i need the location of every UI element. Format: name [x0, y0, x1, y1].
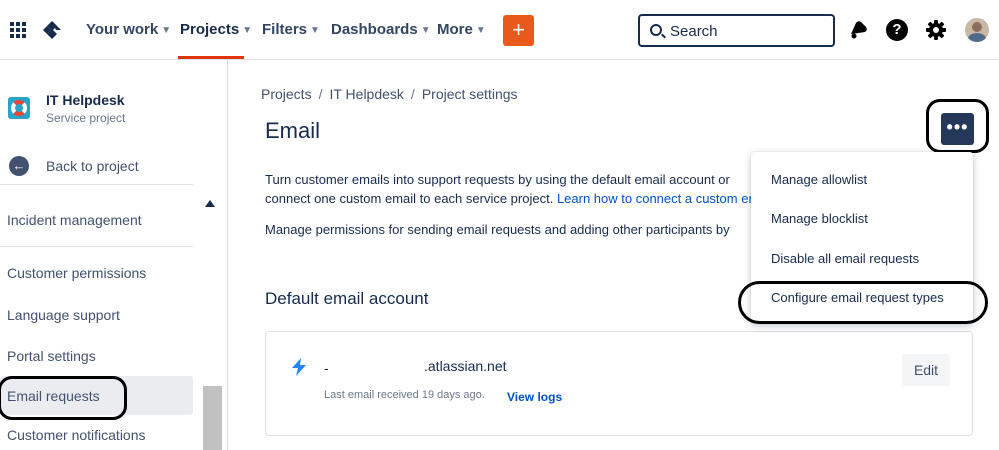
email-account-prefix: - [324, 360, 329, 376]
back-to-project-link[interactable]: Back to project [46, 158, 139, 174]
lightning-icon [292, 358, 306, 376]
annotation-circle [738, 281, 988, 324]
description-text: connect one custom email to each service… [265, 191, 554, 206]
nav-filters[interactable]: Filters ▼ [262, 21, 320, 38]
create-button[interactable]: + [503, 15, 534, 46]
last-email-received: Last email received 19 days ago. [324, 389, 485, 401]
chevron-down-icon: ▼ [310, 25, 320, 36]
learn-more-link[interactable]: Learn how to connect a custom email [557, 191, 755, 206]
project-type: Service project [46, 111, 126, 125]
sidebar: IT Helpdesk Service project ← Back to pr… [0, 60, 228, 450]
email-account-domain: .atlassian.net [424, 358, 507, 374]
scroll-up-arrow-icon[interactable] [205, 200, 215, 207]
page-title: Email [265, 118, 321, 143]
nav-dashboards[interactable]: Dashboards ▼ [331, 21, 431, 38]
nav-dashboards-label: Dashboards [331, 21, 418, 38]
avatar[interactable] [965, 18, 989, 42]
app-switcher-icon[interactable] [10, 22, 27, 39]
menu-item-manage-blocklist[interactable]: Manage blocklist [771, 211, 868, 226]
nav-more[interactable]: More ▼ [437, 21, 486, 38]
menu-item-manage-allowlist[interactable]: Manage allowlist [771, 172, 867, 187]
chevron-down-icon: ▼ [420, 25, 431, 36]
active-nav-indicator [178, 56, 244, 59]
edit-button[interactable]: Edit [902, 354, 950, 386]
nav-your-work[interactable]: Your work ▼ [86, 21, 171, 38]
settings-icon[interactable] [925, 19, 947, 41]
sidebar-item-customer-permissions[interactable]: Customer permissions [7, 265, 146, 281]
sidebar-divider [0, 184, 193, 185]
annotation-circle [926, 99, 989, 153]
sidebar-item-language-support[interactable]: Language support [7, 307, 120, 323]
sidebar-scrollbar-thumb[interactable] [203, 386, 222, 450]
chevron-down-icon: ▼ [161, 25, 172, 36]
chevron-down-icon: ▼ [475, 25, 486, 36]
search-placeholder: Search [670, 23, 718, 40]
sidebar-divider [0, 246, 193, 247]
section-title: Default email account [265, 289, 429, 308]
nav-more-label: More [437, 21, 473, 38]
breadcrumb-separator: / [410, 86, 415, 102]
description-line-2: connect one custom email to each service… [265, 191, 755, 206]
nav-your-work-label: Your work [86, 21, 159, 38]
search-icon [650, 24, 662, 36]
jira-logo-icon[interactable] [42, 20, 62, 40]
description-line-1: Turn customer emails into support reques… [265, 172, 730, 187]
nav-filters-label: Filters [262, 21, 308, 38]
breadcrumb-it-helpdesk[interactable]: IT Helpdesk [329, 86, 403, 102]
back-arrow-icon[interactable]: ← [9, 156, 29, 176]
breadcrumb-projects[interactable]: Projects [261, 86, 312, 102]
nav-projects[interactable]: Projects ▼ [180, 21, 252, 38]
project-icon [8, 97, 30, 119]
email-account-card: - .atlassian.net Last email received 19 … [265, 331, 973, 436]
chevron-down-icon: ▼ [242, 25, 253, 36]
notifications-icon[interactable] [847, 19, 869, 41]
search-input[interactable]: Search [638, 14, 835, 47]
breadcrumb: Projects / IT Helpdesk / Project settings [261, 86, 518, 102]
sidebar-item-customer-notifications[interactable]: Customer notifications [7, 427, 146, 443]
top-navigation: Your work ▼ Projects ▼ Filters ▼ Dashboards… [0, 0, 999, 60]
breadcrumb-separator: / [318, 86, 323, 102]
permissions-description: Manage permissions for sending email req… [265, 222, 730, 237]
annotation-circle [0, 376, 127, 420]
view-logs-link[interactable]: View logs [507, 390, 562, 404]
nav-projects-label: Projects [180, 21, 240, 38]
sidebar-item-incident-management[interactable]: Incident management [7, 212, 142, 228]
menu-item-disable-email-requests[interactable]: Disable all email requests [771, 251, 919, 266]
breadcrumb-project-settings[interactable]: Project settings [422, 86, 518, 102]
project-name[interactable]: IT Helpdesk [46, 92, 125, 108]
sidebar-item-portal-settings[interactable]: Portal settings [7, 348, 96, 364]
help-icon[interactable]: ? [886, 19, 908, 41]
